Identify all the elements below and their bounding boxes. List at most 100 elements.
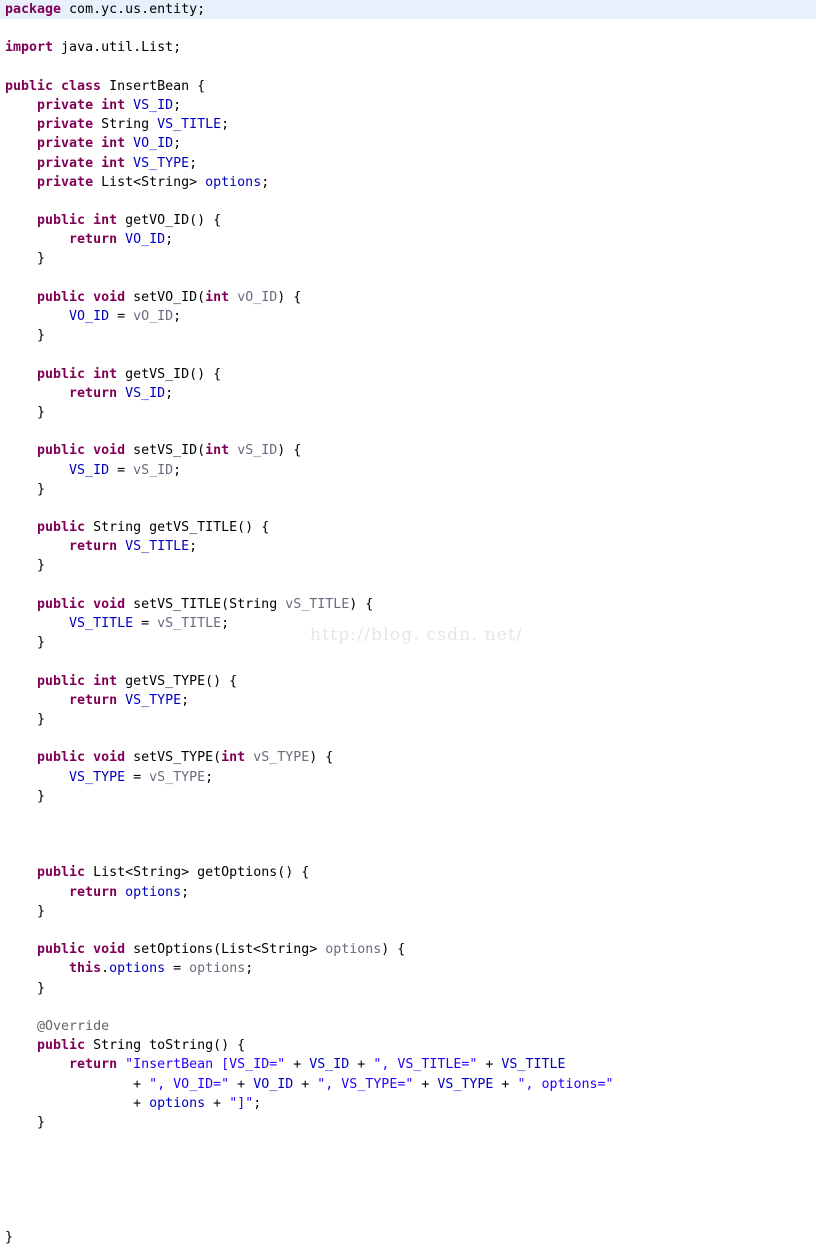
code-line[interactable]: public int getVS_TYPE() { — [0, 672, 816, 691]
code-line[interactable]: public class InsertBean { — [0, 77, 816, 96]
code-line[interactable]: return VS_ID; — [0, 384, 816, 403]
code-token-pln — [5, 616, 69, 631]
code-token-par: vS_TYPE — [149, 769, 206, 785]
code-line[interactable]: } — [0, 633, 816, 652]
code-line[interactable]: VS_TYPE = vS_TYPE; — [0, 768, 816, 787]
code-editor-view[interactable]: package com.yc.us.entity; import java.ut… — [0, 0, 816, 1253]
code-line[interactable]: public String getVS_TITLE() { — [0, 518, 816, 537]
code-token-fld: VS_TITLE — [69, 616, 134, 631]
code-line[interactable]: + options + "]"; — [0, 1094, 816, 1113]
code-line[interactable]: public void setOptions(List<String> opti… — [0, 940, 816, 959]
code-line[interactable]: } — [0, 979, 816, 998]
code-token-par: vS_ID — [237, 443, 278, 459]
code-token-pln — [125, 136, 133, 151]
code-line[interactable]: private int VS_TYPE; — [0, 154, 816, 173]
code-line[interactable]: private int VS_ID; — [0, 96, 816, 115]
code-line[interactable]: public List<String> getOptions() { — [0, 863, 816, 882]
code-token-fld: VS_ID — [309, 1057, 350, 1073]
code-line[interactable] — [0, 1209, 816, 1228]
code-token-pln: List<String> — [93, 174, 206, 190]
code-line[interactable]: } — [0, 556, 816, 575]
code-line[interactable]: private String VS_TITLE; — [0, 115, 816, 134]
code-line[interactable]: public void setVS_ID(int vS_ID) { — [0, 441, 816, 460]
code-token-pln — [117, 693, 125, 708]
code-line[interactable] — [0, 844, 816, 863]
code-token-pln — [5, 309, 69, 324]
code-line[interactable] — [0, 1190, 816, 1209]
code-token-pln: + — [493, 1076, 518, 1092]
code-token-par: vO_ID — [133, 309, 174, 324]
code-token-kw: return — [69, 539, 118, 555]
code-line[interactable] — [0, 345, 816, 364]
code-token-pln — [5, 961, 69, 976]
code-line[interactable]: public String toString() { — [0, 1036, 816, 1055]
code-line[interactable]: public void setVS_TITLE(String vS_TITLE)… — [0, 595, 816, 614]
code-line[interactable] — [0, 576, 816, 595]
code-line[interactable]: } — [0, 403, 816, 422]
code-token-kw: public — [37, 865, 86, 881]
code-token-kw: public class — [5, 78, 102, 94]
code-line[interactable] — [0, 269, 816, 288]
code-line[interactable] — [0, 921, 816, 940]
code-line[interactable] — [0, 422, 816, 441]
code-line[interactable]: + ", VO_ID=" + VO_ID + ", VS_TYPE=" + VS… — [0, 1075, 816, 1094]
code-line[interactable] — [0, 19, 816, 38]
code-line[interactable]: private int VO_ID; — [0, 134, 816, 153]
code-line[interactable] — [0, 729, 816, 748]
code-line[interactable] — [0, 806, 816, 825]
code-line[interactable] — [0, 499, 816, 518]
code-token-pln: ; — [173, 136, 182, 152]
code-line[interactable] — [0, 825, 816, 844]
code-line[interactable]: } — [0, 787, 816, 806]
code-token-kw: public void — [37, 942, 126, 958]
code-line[interactable]: private List<String> options; — [0, 173, 816, 192]
code-line[interactable]: this.options = options; — [0, 959, 816, 978]
code-token-pln: setVO_ID( — [125, 289, 206, 305]
code-line[interactable] — [0, 652, 816, 671]
code-line[interactable]: public int getVO_ID() { — [0, 211, 816, 230]
code-line[interactable]: return VS_TITLE; — [0, 537, 816, 556]
code-line[interactable]: } — [0, 902, 816, 921]
code-line[interactable] — [0, 58, 816, 77]
code-token-fld: VO_ID — [125, 232, 166, 248]
code-token-kw: private int — [37, 136, 126, 152]
code-line[interactable] — [0, 1151, 816, 1170]
code-token-pln — [5, 443, 37, 458]
code-token-pln — [5, 463, 69, 478]
code-token-str: "]" — [229, 1095, 254, 1111]
code-line[interactable] — [0, 192, 816, 211]
code-token-pln — [5, 1057, 69, 1072]
code-line[interactable]: } — [0, 249, 816, 268]
java-source-code[interactable]: package com.yc.us.entity; import java.ut… — [0, 0, 816, 1247]
code-token-kw: private — [37, 117, 94, 133]
code-line[interactable]: } — [0, 1228, 816, 1247]
code-line[interactable]: package com.yc.us.entity; — [0, 0, 816, 20]
code-token-pln: ; — [181, 884, 190, 900]
code-line[interactable]: VS_ID = vS_ID; — [0, 461, 816, 480]
code-line[interactable] — [0, 1170, 816, 1189]
code-token-pln: ) { — [349, 596, 374, 612]
code-token-kw: return — [69, 692, 118, 708]
code-token-pln: + — [477, 1057, 502, 1073]
code-line[interactable]: @Override — [0, 1017, 816, 1036]
code-line[interactable]: public int getVS_ID() { — [0, 365, 816, 384]
code-line[interactable]: } — [0, 480, 816, 499]
code-line[interactable]: public void setVS_TYPE(int vS_TYPE) { — [0, 748, 816, 767]
code-line[interactable]: return VO_ID; — [0, 230, 816, 249]
code-line[interactable]: VO_ID = vO_ID; — [0, 307, 816, 326]
code-line[interactable]: return options; — [0, 883, 816, 902]
code-line[interactable]: return "InsertBean [VS_ID=" + VS_ID + ",… — [0, 1055, 816, 1074]
code-line[interactable]: import java.util.List; — [0, 38, 816, 57]
code-line[interactable]: } — [0, 326, 816, 345]
code-line[interactable]: } — [0, 710, 816, 729]
code-line[interactable] — [0, 998, 816, 1017]
code-token-pln: } — [5, 903, 46, 919]
code-line[interactable]: return VS_TYPE; — [0, 691, 816, 710]
code-line[interactable]: VS_TITLE = vS_TITLE; — [0, 614, 816, 633]
code-token-par: options — [189, 961, 246, 977]
code-token-pln: ; — [189, 539, 198, 555]
code-line[interactable]: } — [0, 1113, 816, 1132]
code-line[interactable]: public void setVO_ID(int vO_ID) { — [0, 288, 816, 307]
code-token-pln: List<String> getOptions() { — [85, 865, 310, 881]
code-line[interactable] — [0, 1132, 816, 1151]
